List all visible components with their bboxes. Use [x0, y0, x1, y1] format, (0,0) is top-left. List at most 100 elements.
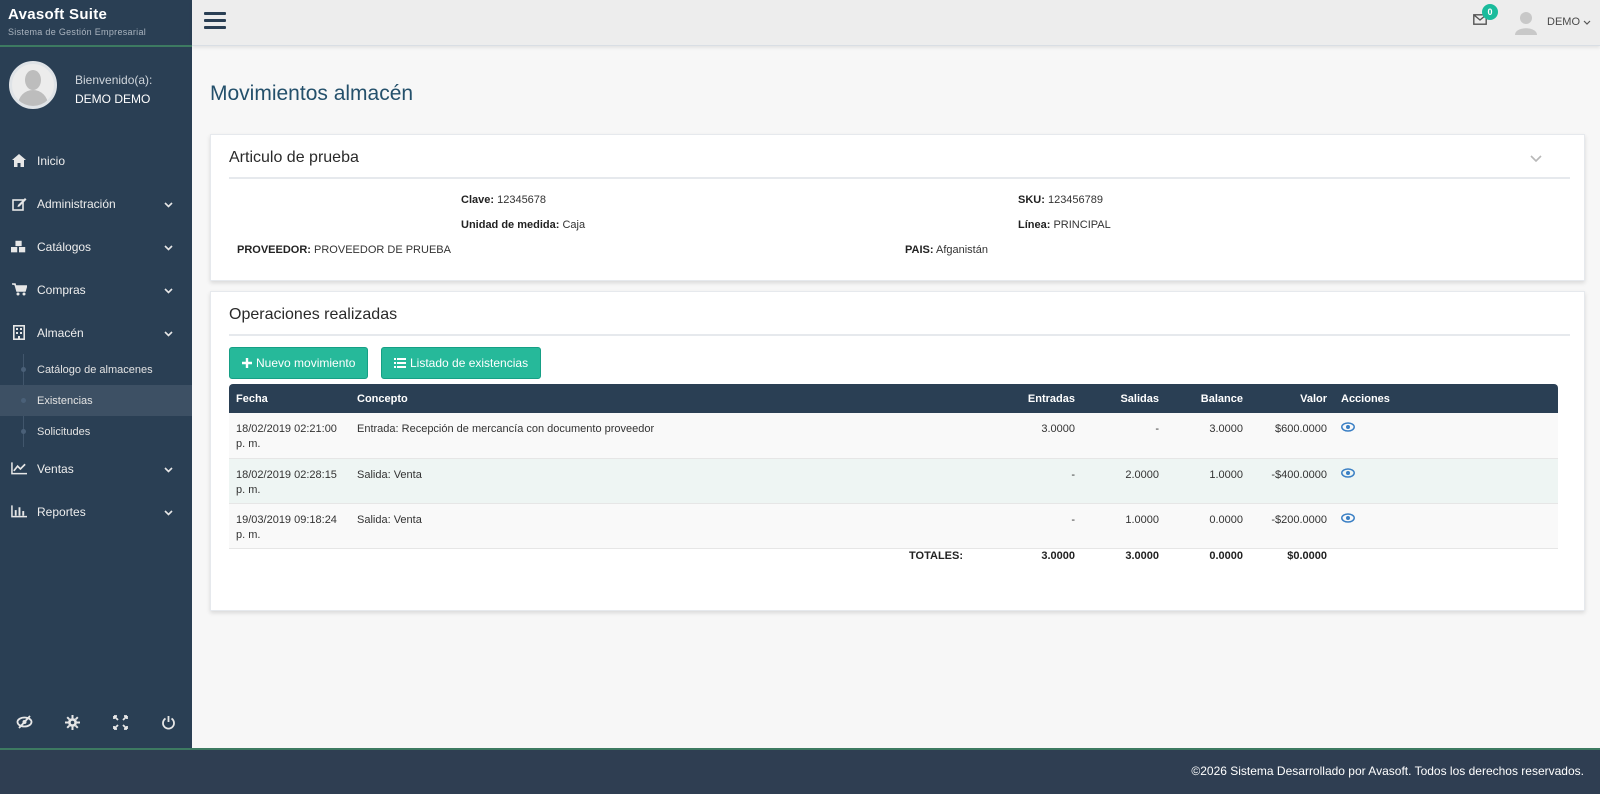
cart-icon	[11, 282, 27, 298]
brand[interactable]: Avasoft Suite Sistema de Gestión Empresa…	[0, 0, 192, 47]
welcome-label: Bienvenido(a):	[75, 73, 153, 87]
sidebar-item-inicio[interactable]: Inicio	[0, 139, 192, 182]
field-linea: Línea: PRINCIPAL	[1018, 219, 1111, 231]
avatar	[9, 61, 57, 109]
plus-icon	[242, 358, 252, 368]
field-sku: SKU: 123456789	[1018, 194, 1104, 206]
sidebar-footer	[0, 696, 192, 748]
table-header: Fecha Concepto Entradas Salidas Balance …	[229, 384, 1558, 413]
column-header[interactable]: Entradas	[970, 384, 1082, 413]
collapse-chevron-icon[interactable]	[1530, 152, 1542, 166]
notification-badge: 0	[1482, 4, 1498, 20]
sidebar-item-label: Almacén	[37, 325, 84, 340]
operations-table: Fecha Concepto Entradas Salidas Balance …	[229, 384, 1558, 576]
field-unidad: Unidad de medida: Caja	[461, 219, 586, 231]
column-header[interactable]: Salidas	[1082, 384, 1166, 413]
sidebar-item-reportes[interactable]: Reportes	[0, 490, 192, 533]
column-header[interactable]: Fecha	[229, 384, 350, 413]
sidebar-item-label: Reportes	[37, 504, 86, 519]
divider	[229, 177, 1570, 179]
home-icon	[11, 153, 27, 169]
cell-valor: -$400.0000	[1271, 468, 1327, 481]
bar-chart-icon	[11, 504, 27, 520]
eye-icon[interactable]	[1341, 467, 1355, 481]
stock-list-button[interactable]: Listado de existencias	[381, 347, 542, 379]
cell-balance: 3.0000	[1209, 423, 1243, 435]
sidebar-item-administracion[interactable]: Administración	[0, 182, 192, 225]
sidebar-subitem-solicitudes[interactable]: Solicitudes	[0, 416, 192, 447]
chevron-down-icon	[164, 197, 173, 211]
building-icon	[11, 325, 27, 341]
brand-subtitle: Sistema de Gestión Empresarial	[8, 27, 147, 37]
column-header: Acciones	[1341, 392, 1390, 405]
column-header[interactable]: Balance	[1166, 384, 1250, 413]
cell-salidas: 2.0000	[1125, 468, 1159, 481]
sidebar-item-ventas[interactable]: Ventas	[0, 447, 192, 490]
chevron-down-icon	[164, 462, 173, 476]
cell-concepto: Entrada: Recepción de mercancía con docu…	[357, 423, 655, 435]
column-header[interactable]: Valor	[1250, 384, 1334, 413]
cell-salidas: 1.0000	[1125, 513, 1159, 526]
gear-icon[interactable]	[62, 712, 82, 732]
chevron-down-icon	[1583, 20, 1591, 25]
total-valor: $0.0000	[1287, 549, 1327, 562]
topbar: 0 DEMO	[192, 0, 1600, 46]
cell-concepto: Salida: Venta	[357, 468, 422, 481]
cell-concepto: Salida: Venta	[357, 513, 422, 526]
field-clave: Clave: 12345678	[461, 194, 547, 206]
operations-title: Operaciones realizadas	[229, 306, 398, 323]
menu-toggle-icon[interactable]	[204, 12, 226, 32]
sidebar-item-label: Inicio	[37, 153, 66, 168]
eye-slash-icon[interactable]	[14, 712, 34, 732]
sidebar-item-label: Ventas	[37, 461, 74, 476]
cell-balance: 0.0000	[1209, 513, 1243, 526]
user-avatar[interactable]	[1515, 11, 1537, 35]
sidebar-subitem-catalogo-almacenes[interactable]: Catálogo de almacenes	[0, 354, 192, 385]
sidebar-item-catalogos[interactable]: Catálogos	[0, 225, 192, 268]
sidebar-item-label: Catálogos	[37, 239, 92, 254]
cell-entradas: -	[1071, 513, 1075, 526]
line-chart-icon	[11, 461, 27, 477]
cell-salidas: -	[1155, 423, 1159, 435]
sidebar-item-compras[interactable]: Compras	[0, 268, 192, 311]
chevron-down-icon	[164, 240, 173, 254]
cell-acciones	[1334, 413, 1558, 458]
edit-icon	[11, 196, 27, 212]
fullscreen-icon[interactable]	[110, 712, 130, 732]
brand-title: Avasoft Suite	[8, 6, 108, 23]
chevron-down-icon	[164, 505, 173, 519]
cell-valor: -$200.0000	[1271, 513, 1327, 526]
list-icon	[394, 358, 406, 368]
chevron-down-icon	[164, 326, 173, 340]
cell-entradas: -	[1071, 468, 1075, 481]
user-menu[interactable]: DEMO	[1547, 16, 1591, 28]
cell-fecha: 19/03/2019 09:18:24 p. m.	[236, 513, 337, 541]
almacen-submenu: Catálogo de almacenes Existencias Solici…	[0, 354, 192, 447]
field-pais: PAIS: Afganistán	[905, 244, 988, 256]
eye-icon[interactable]	[1341, 422, 1355, 435]
chevron-down-icon	[164, 283, 173, 297]
field-proveedor: PROVEEDOR: PROVEEDOR DE PRUEBA	[237, 244, 451, 256]
cell-acciones	[1334, 458, 1558, 503]
operations-panel: Operaciones realizadas Nuevo movimiento …	[210, 291, 1585, 611]
cell-fecha: 18/02/2019 02:28:15 p. m.	[236, 468, 337, 496]
sidebar-menu: Inicio Administración Catálogos Compras	[0, 139, 192, 533]
sidebar: Avasoft Suite Sistema de Gestión Empresa…	[0, 0, 192, 748]
footer-text: ©2026 Sistema Desarrollado por Avasoft. …	[1191, 764, 1584, 778]
total-entradas: 3.0000	[1041, 549, 1075, 562]
footer: ©2026 Sistema Desarrollado por Avasoft. …	[0, 748, 1600, 794]
column-header[interactable]: Concepto	[350, 384, 970, 413]
eye-icon[interactable]	[1341, 512, 1355, 526]
sidebar-item-almacen[interactable]: Almacén	[0, 311, 192, 354]
article-title: Articulo de prueba	[229, 149, 359, 166]
sidebar-subitem-existencias[interactable]: Existencias	[0, 385, 192, 416]
sidebar-item-label: Administración	[37, 196, 116, 211]
power-icon[interactable]	[158, 712, 178, 732]
new-movement-button[interactable]: Nuevo movimiento	[229, 347, 369, 379]
total-balance: 0.0000	[1209, 549, 1243, 562]
sidebar-item-label: Compras	[37, 282, 86, 297]
profile: Bienvenido(a): DEMO DEMO	[0, 47, 192, 119]
cubes-icon	[11, 239, 27, 255]
page-title: Movimientos almacén	[210, 82, 414, 105]
user-name: DEMO	[1547, 16, 1580, 28]
